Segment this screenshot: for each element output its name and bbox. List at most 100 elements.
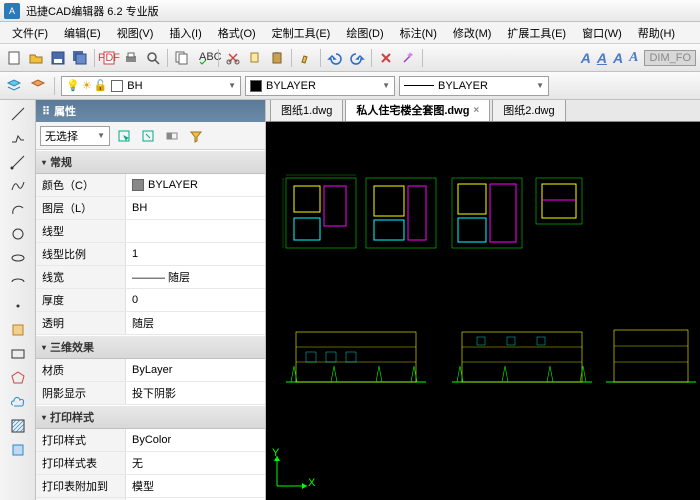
toggle-icon[interactable] [162, 126, 182, 146]
block-icon[interactable] [8, 320, 28, 340]
copy2-icon[interactable] [245, 48, 265, 68]
quick-select-icon[interactable] [138, 126, 158, 146]
layer-toolbar: 💡 ☀ 🔓 BH ▼ BYLAYER ▼ BYLAYER ▼ [0, 72, 700, 100]
region-icon[interactable] [8, 440, 28, 460]
polygon-icon[interactable] [8, 368, 28, 388]
chevron-down-icon: ▼ [536, 81, 544, 90]
menu-extend[interactable]: 扩展工具(E) [499, 23, 574, 43]
redo-icon[interactable] [347, 48, 367, 68]
rect-icon[interactable] [8, 344, 28, 364]
prop-value[interactable]: BH [126, 197, 265, 219]
brush-icon[interactable] [296, 48, 316, 68]
preview-icon[interactable] [143, 48, 163, 68]
section-三维效果[interactable]: ▾三维效果 [36, 335, 265, 359]
point-icon[interactable] [8, 296, 28, 316]
menu-window[interactable]: 窗口(W) [574, 23, 630, 43]
menu-edit[interactable]: 编辑(E) [56, 23, 109, 43]
close-tab-icon[interactable]: × [473, 105, 479, 116]
text-style-a3[interactable]: A [613, 50, 623, 66]
menu-insert[interactable]: 插入(I) [161, 23, 209, 43]
save-icon[interactable] [48, 48, 68, 68]
prop-row[interactable]: 厚度0 [36, 289, 265, 312]
menu-view[interactable]: 视图(V) [109, 23, 162, 43]
hatch-icon[interactable] [8, 416, 28, 436]
tab-house[interactable]: 私人住宅楼全套图.dwg× [345, 100, 490, 121]
prop-value[interactable]: 模型 [126, 475, 265, 497]
text-style-a4[interactable]: A [629, 50, 638, 66]
prop-value[interactable]: 1 [126, 243, 265, 265]
tab-drawing2[interactable]: 图纸2.dwg [492, 100, 565, 121]
prop-row[interactable]: 线型比例1 [36, 243, 265, 266]
menu-draw[interactable]: 绘图(D) [338, 23, 391, 43]
prop-value[interactable]: 随层 [126, 312, 265, 334]
circle-icon[interactable] [8, 224, 28, 244]
ellipse-arc-icon[interactable] [8, 272, 28, 292]
filter-icon[interactable] [186, 126, 206, 146]
menu-modify[interactable]: 修改(M) [445, 23, 500, 43]
menu-help[interactable]: 帮助(H) [630, 23, 683, 43]
copy-icon[interactable] [172, 48, 192, 68]
color-combo[interactable]: BYLAYER ▼ [245, 76, 395, 96]
prop-row[interactable]: 打印表附加到模型 [36, 475, 265, 498]
prop-value[interactable]: ByColor [126, 429, 265, 451]
prop-value[interactable] [126, 220, 265, 242]
pdf-icon[interactable]: PDF [99, 48, 119, 68]
viewport[interactable]: Y X [266, 122, 700, 500]
ellipse-icon[interactable] [8, 248, 28, 268]
ray-icon[interactable] [8, 152, 28, 172]
line-sample [404, 85, 434, 86]
polyline-icon[interactable] [8, 128, 28, 148]
prop-row[interactable]: 颜色（C）BYLAYER [36, 174, 265, 197]
text-style-a2[interactable]: A [597, 50, 607, 66]
layer-color-swatch [111, 80, 123, 92]
open-icon[interactable] [26, 48, 46, 68]
spell-icon[interactable]: ABC [194, 48, 214, 68]
drawing-area: 图纸1.dwg 私人住宅楼全套图.dwg× 图纸2.dwg [266, 100, 700, 500]
menu-format[interactable]: 格式(O) [210, 23, 264, 43]
prop-row[interactable]: 线宽——— 随层 [36, 266, 265, 289]
saveall-icon[interactable] [70, 48, 90, 68]
prop-key: 线型比例 [36, 243, 126, 265]
prop-value[interactable]: ByLayer [126, 359, 265, 381]
prop-row[interactable]: 阴影显示投下阴影 [36, 382, 265, 405]
prop-row[interactable]: 打印样式表无 [36, 452, 265, 475]
linetype-value: BYLAYER [438, 80, 488, 92]
selection-combo[interactable]: 无选择▼ [40, 126, 110, 146]
layer-mgr-icon[interactable] [4, 76, 24, 96]
new-icon[interactable] [4, 48, 24, 68]
section-打印样式[interactable]: ▾打印样式 [36, 405, 265, 429]
delete-icon[interactable] [376, 48, 396, 68]
prop-row[interactable]: 线型 [36, 220, 265, 243]
linetype-combo[interactable]: BYLAYER ▼ [399, 76, 549, 96]
tab-drawing1[interactable]: 图纸1.dwg [270, 100, 343, 121]
prop-row[interactable]: 打印样式ByColor [36, 429, 265, 452]
prop-row[interactable]: 透明随层 [36, 312, 265, 335]
menu-file[interactable]: 文件(F) [4, 23, 56, 43]
line-icon[interactable] [8, 104, 28, 124]
paste-icon[interactable] [267, 48, 287, 68]
layer-state-icon[interactable] [28, 76, 48, 96]
menu-dimension[interactable]: 标注(N) [392, 23, 445, 43]
menu-custom[interactable]: 定制工具(E) [264, 23, 339, 43]
prop-row[interactable]: 材质ByLayer [36, 359, 265, 382]
spline-icon[interactable] [8, 176, 28, 196]
prop-value[interactable]: 0 [126, 289, 265, 311]
undo-icon[interactable] [325, 48, 345, 68]
wand-icon[interactable] [398, 48, 418, 68]
section-常规[interactable]: ▾常规 [36, 150, 265, 174]
prop-value[interactable]: 无 [126, 452, 265, 474]
dim-style-button[interactable]: DIM_FO [644, 50, 696, 66]
layer-combo[interactable]: 💡 ☀ 🔓 BH ▼ [61, 76, 241, 96]
prop-value[interactable]: 投下阴影 [126, 382, 265, 404]
grip-icon[interactable]: ⠿ [42, 105, 50, 118]
arc-icon[interactable] [8, 200, 28, 220]
text-style-a1[interactable]: A [581, 50, 591, 66]
cloud-icon[interactable] [8, 392, 28, 412]
prop-value[interactable]: BYLAYER [126, 174, 265, 196]
print-icon[interactable] [121, 48, 141, 68]
chevron-down-icon: ▾ [42, 343, 46, 352]
pick-icon[interactable] [114, 126, 134, 146]
prop-row[interactable]: 图层（L）BH [36, 197, 265, 220]
cut-icon[interactable] [223, 48, 243, 68]
prop-value[interactable]: ——— 随层 [126, 266, 265, 288]
